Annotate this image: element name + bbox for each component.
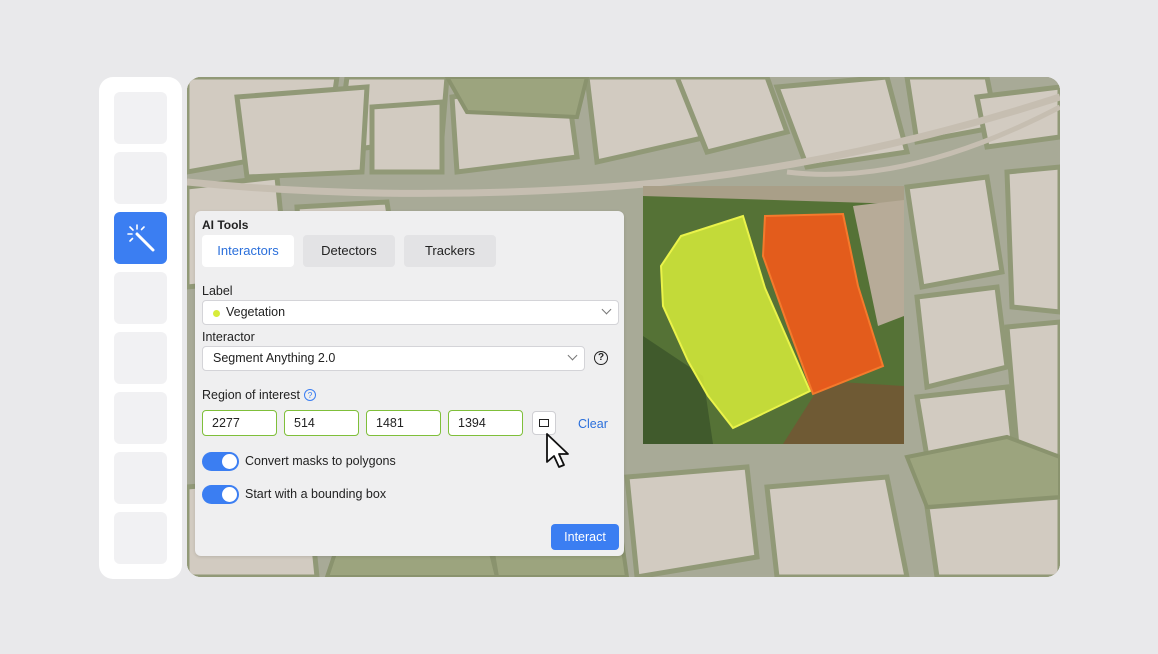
chevron-down-icon [567,350,578,361]
rectangle-icon [539,419,549,427]
tool-button-7[interactable] [114,452,167,504]
clear-button[interactable]: Clear [578,417,608,431]
label-color-dot [213,310,220,317]
label-field-label: Label [202,284,233,298]
roi-y-input[interactable]: 514 [284,410,359,436]
tab-detectors[interactable]: Detectors [303,235,395,267]
interact-button[interactable]: Interact [551,524,619,550]
region-of-interest[interactable] [643,186,904,444]
mouse-pointer-icon [546,433,569,468]
magic-wand-icon [127,224,155,252]
bounding-box-label: Start with a bounding box [245,487,387,501]
roi-label: Region of interest [202,388,300,402]
roi-height-input[interactable]: 1394 [448,410,523,436]
tool-button-4[interactable] [114,272,167,324]
ai-tools-button[interactable] [114,212,167,264]
interactor-select[interactable]: Segment Anything 2.0 [202,346,585,371]
convert-masks-label: Convert masks to polygons [245,454,396,468]
bounding-box-toggle[interactable] [202,485,239,504]
tool-button-5[interactable] [114,332,167,384]
roi-x-input[interactable]: 2277 [202,410,277,436]
interactor-select-value: Segment Anything 2.0 [213,351,336,365]
tab-interactors[interactable]: Interactors [202,235,294,267]
label-select[interactable]: Vegetation [202,300,619,325]
segmentation-preview [643,186,904,444]
tool-button-6[interactable] [114,392,167,444]
chevron-down-icon [601,304,612,315]
tool-sidebar [99,77,182,579]
roi-help-icon[interactable]: ? [304,389,316,401]
convert-masks-toggle[interactable] [202,452,239,471]
ai-tools-panel: AI Tools Interactors Detectors Trackers … [195,211,624,556]
label-select-value: Vegetation [226,305,286,319]
interactor-field-label: Interactor [202,330,255,344]
tool-button-8[interactable] [114,512,167,564]
tab-trackers[interactable]: Trackers [404,235,496,267]
roi-width-input[interactable]: 1481 [366,410,441,436]
tool-button-1[interactable] [114,92,167,144]
tool-button-2[interactable] [114,152,167,204]
panel-title: AI Tools [202,218,249,232]
help-icon[interactable]: ? [594,351,608,365]
